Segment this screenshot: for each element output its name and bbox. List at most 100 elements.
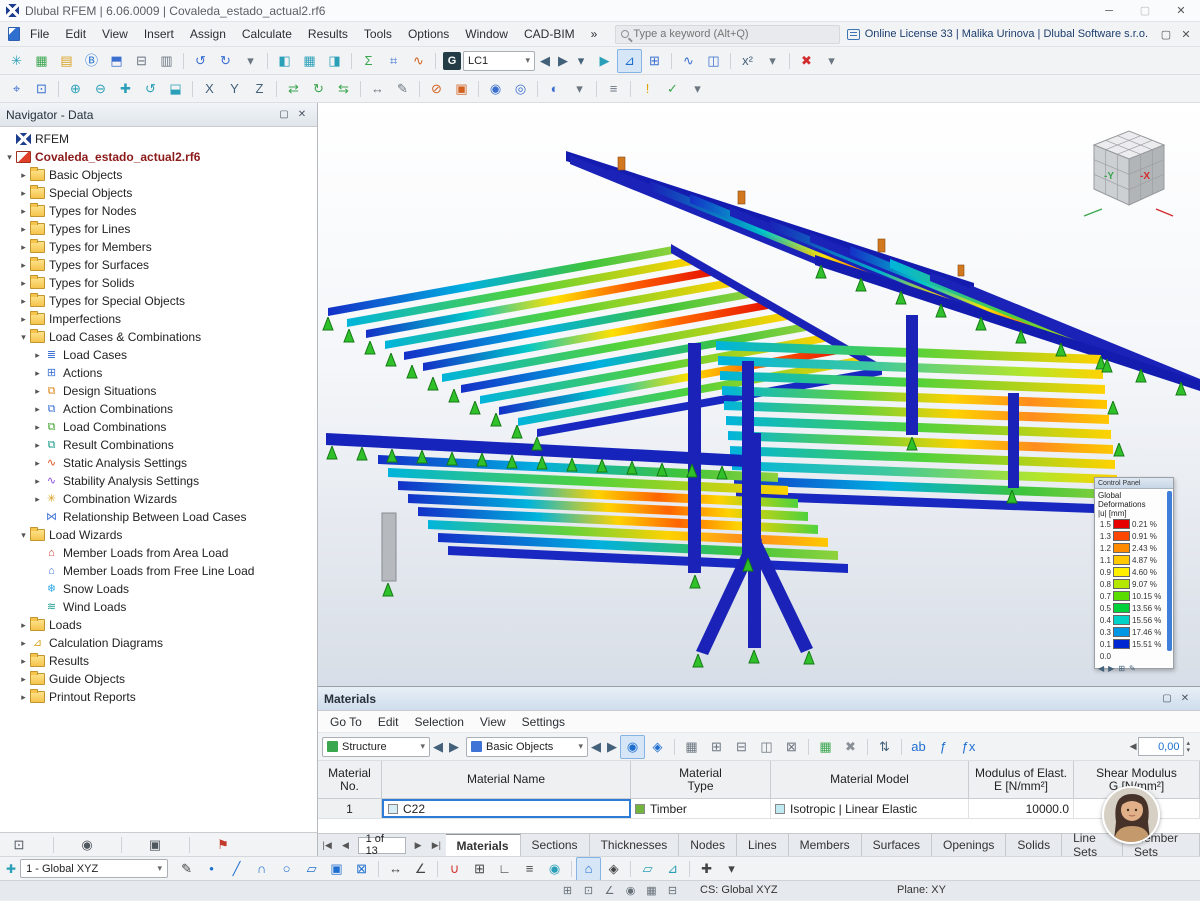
render-mode-button[interactable]: ◐ xyxy=(542,77,567,101)
user-avatar[interactable] xyxy=(1102,786,1160,844)
tree-expand-arrow[interactable]: ▸ xyxy=(32,350,43,361)
status-table-icon[interactable]: ▦ xyxy=(641,882,662,900)
spinner-left-icon[interactable]: ◀ xyxy=(1130,741,1137,752)
tree-item-guide-objects[interactable]: ▸ Guide Objects xyxy=(0,670,317,688)
annotations-button[interactable]: ✎ xyxy=(390,77,415,101)
load-cases-button[interactable]: Σ xyxy=(356,49,381,73)
tab-surfaces[interactable]: Surfaces xyxy=(861,833,933,857)
coordinate-system-select[interactable]: 1 - Global XYZ ▾ xyxy=(20,859,169,878)
navigation-cube[interactable]: -Y -X xyxy=(1072,121,1182,221)
ortho-button[interactable]: ∟ xyxy=(492,857,517,881)
table-sync-button[interactable]: ◈ xyxy=(645,735,670,759)
section-cut-button[interactable]: ⊘ xyxy=(424,77,449,101)
tree-expand-arrow[interactable]: ▸ xyxy=(18,224,29,235)
table-group-select[interactable]: Structure ▾ xyxy=(322,736,430,757)
show-results-toggle[interactable]: ⊿ xyxy=(617,48,642,73)
last-page-button[interactable]: ▶| xyxy=(427,834,445,856)
material-model-cell[interactable]: Isotropic | Linear Elastic xyxy=(771,799,969,818)
tree-item-member-loads-from-free-line-load[interactable]: ⌂ Member Loads from Free Line Load xyxy=(0,562,317,580)
doc-restore-button[interactable]: ▢ xyxy=(1156,24,1176,44)
status-snap-icon[interactable]: ⊡ xyxy=(578,882,599,900)
dimensions-button[interactable]: ↔ xyxy=(365,77,390,101)
table-view-3-button[interactable]: ⊟ xyxy=(729,735,754,759)
grid-button[interactable]: ⊞ xyxy=(467,857,492,881)
navigator-toggle-button[interactable]: ◧ xyxy=(272,49,297,73)
close-button[interactable]: ✕ xyxy=(1166,1,1196,21)
tree-expand-arrow[interactable]: ▸ xyxy=(32,458,43,469)
search-input[interactable] xyxy=(633,28,835,40)
rendering-flag-icon[interactable]: ⚑ xyxy=(206,833,240,857)
tree-expand-arrow[interactable]: ▸ xyxy=(18,242,29,253)
category-prev-button[interactable]: ◀ xyxy=(588,735,604,759)
open-model-button[interactable]: ▤ xyxy=(54,49,79,73)
tab-thicknesses[interactable]: Thicknesses xyxy=(589,833,680,857)
materials-menu-settings[interactable]: Settings xyxy=(514,711,573,733)
first-page-button[interactable]: |◀ xyxy=(318,834,336,856)
tree-item-loads[interactable]: ▸ Loads xyxy=(0,616,317,634)
print-button[interactable]: ⊟ xyxy=(129,49,154,73)
modulus-cell[interactable]: 10000.0 xyxy=(969,799,1074,818)
status-grid-icon[interactable]: ⊞ xyxy=(557,882,578,900)
tree-expand-arrow[interactable]: ▸ xyxy=(32,386,43,397)
tree-expand-arrow[interactable]: ▸ xyxy=(32,422,43,433)
tree-item-load-combinations[interactable]: ▸ ⧉ Load Combinations xyxy=(0,418,317,436)
group-prev-button[interactable]: ◀ xyxy=(430,735,446,759)
menu-assign[interactable]: Assign xyxy=(182,22,234,47)
printout-report-button[interactable]: ▥ xyxy=(154,49,179,73)
table-category-select[interactable]: Basic Objects ▾ xyxy=(466,736,588,757)
insert-surface-button[interactable]: ▱ xyxy=(299,857,324,881)
select-special-button[interactable]: ⊡ xyxy=(29,77,54,101)
table-edit-mode-button[interactable]: ◉ xyxy=(620,734,645,759)
tree-expand-arrow[interactable]: ▾ xyxy=(4,152,15,163)
tree-item-snow-loads[interactable]: ❄ Snow Loads xyxy=(0,580,317,598)
materials-column-header[interactable]: Modulus of Elast. E [N/mm²] xyxy=(969,761,1074,798)
result-panel-button[interactable]: ◫ xyxy=(701,49,726,73)
tree-item-relationship-between-load-cases[interactable]: ⋈ Relationship Between Load Cases xyxy=(0,508,317,526)
bim-link-button[interactable]: Ⓑ xyxy=(79,49,104,73)
calculate-all-button[interactable]: ⌗ xyxy=(381,49,406,73)
menu-options[interactable]: Options xyxy=(400,22,457,47)
tree-item-stability-analysis-settings[interactable]: ▸ ∿ Stability Analysis Settings xyxy=(0,472,317,490)
control-panel[interactable]: Control Panel Global Deformations |u| [m… xyxy=(1094,477,1174,673)
tree-item-types-for-special-objects[interactable]: ▸ Types for Special Objects xyxy=(0,292,317,310)
status-angle-icon[interactable]: ∠ xyxy=(599,882,620,900)
tree-item-types-for-surfaces[interactable]: ▸ Types for Surfaces xyxy=(0,256,317,274)
float-panel-icon[interactable]: ▢ xyxy=(1158,690,1176,708)
new-model-button[interactable]: ✳ xyxy=(4,49,29,73)
close-panel-icon[interactable]: ✕ xyxy=(293,106,311,124)
delete-results-button[interactable]: ✖ xyxy=(794,49,819,73)
redo-menu-button[interactable]: ▾ xyxy=(238,49,263,73)
redo-button[interactable]: ↻ xyxy=(213,49,238,73)
tree-expand-arrow[interactable]: ▸ xyxy=(32,368,43,379)
edit-pencil-button[interactable]: ✎ xyxy=(174,857,199,881)
spinner-up-icon[interactable]: ▴ xyxy=(1186,740,1190,747)
tree-item-rfem[interactable]: RFEM xyxy=(0,130,317,148)
angle-button[interactable]: ∠ xyxy=(408,857,433,881)
export-excel-button[interactable]: ▦ xyxy=(813,735,838,759)
menu-results[interactable]: Results xyxy=(300,22,356,47)
tables-toggle-button[interactable]: ▦ xyxy=(297,49,322,73)
load-case-menu-button[interactable]: ▾ xyxy=(573,49,589,73)
table-view-4-button[interactable]: ◫ xyxy=(754,735,779,759)
navigator-header[interactable]: Navigator - Data ▢ ✕ xyxy=(0,103,317,127)
tree-item-member-loads-from-area-load[interactable]: ⌂ Member Loads from Area Load xyxy=(0,544,317,562)
tab-solids[interactable]: Solids xyxy=(1006,833,1063,857)
undo-button[interactable]: ↺ xyxy=(188,49,213,73)
tab-nodes[interactable]: Nodes xyxy=(679,833,737,857)
tree-expand-arrow[interactable]: ▸ xyxy=(18,674,29,685)
user-visibility-button[interactable]: ◎ xyxy=(508,77,533,101)
select-button[interactable]: ⌖ xyxy=(4,77,29,101)
graphic-printout-icon[interactable]: ⊡ xyxy=(2,833,36,857)
tree-item-static-analysis-settings[interactable]: ▸ ∿ Static Analysis Settings xyxy=(0,454,317,472)
tree-expand-arrow[interactable]: ▸ xyxy=(18,314,29,325)
prev-page-button[interactable]: ◀ xyxy=(336,834,354,856)
restore-button[interactable]: ▢ xyxy=(1130,1,1160,21)
tree-expand-arrow[interactable]: ▸ xyxy=(18,692,29,703)
rotate-copy-button[interactable]: ↻ xyxy=(306,77,331,101)
isometric-view-button[interactable]: ⬓ xyxy=(163,77,188,101)
tree-expand-arrow[interactable]: ▸ xyxy=(32,476,43,487)
tree-item-special-objects[interactable]: ▸ Special Objects xyxy=(0,184,317,202)
guidelines-button[interactable]: ≡ xyxy=(517,857,542,881)
display-properties-button[interactable]: ≡ xyxy=(601,77,626,101)
tree-expand-arrow[interactable]: ▾ xyxy=(18,332,29,343)
